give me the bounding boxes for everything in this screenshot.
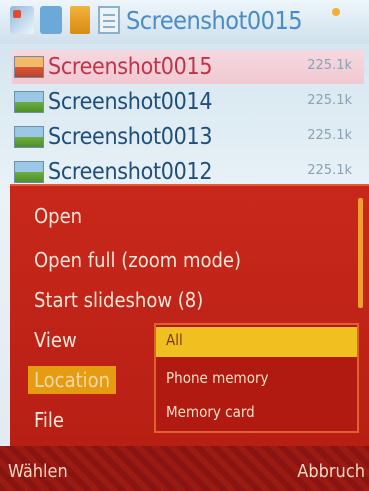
menu-item-location[interactable]: Location — [28, 366, 117, 394]
file-row[interactable]: Screenshot0013 225.1k — [12, 120, 364, 154]
image-thumbnail-icon — [14, 161, 44, 183]
softkey-bar: Wählen Abbruch — [0, 446, 369, 491]
menu-item-open[interactable]: Open — [34, 204, 82, 228]
file-size: 225.1k — [307, 163, 352, 178]
window-title: Screenshot0015 — [126, 6, 303, 35]
submenu-item-phone-memory[interactable]: Phone memory — [166, 369, 268, 387]
menu-item-slideshow[interactable]: Start slideshow (8) — [34, 288, 203, 312]
location-submenu: All Phone memory Memory card — [154, 323, 359, 433]
file-icon — [70, 6, 90, 34]
image-thumbnail-icon — [14, 56, 44, 78]
left-softkey[interactable]: Wählen — [8, 461, 68, 482]
menu-item-file[interactable]: File — [34, 408, 64, 432]
status-dot-icon — [332, 8, 340, 16]
file-size: 225.1k — [307, 58, 352, 73]
right-softkey[interactable]: Abbruch — [297, 461, 365, 482]
menu-item-open-full[interactable]: Open full (zoom mode) — [34, 248, 241, 272]
image-thumbnail-icon — [14, 126, 44, 148]
submenu-item-memory-card[interactable]: Memory card — [166, 403, 255, 421]
menu-scrollbar[interactable] — [358, 198, 363, 308]
menu-item-view[interactable]: View — [34, 328, 77, 352]
folder-icon — [40, 6, 62, 34]
file-name: Screenshot0012 — [48, 159, 213, 185]
gallery-app-icon — [10, 6, 34, 34]
file-name: Screenshot0015 — [48, 54, 213, 80]
file-size: 225.1k — [307, 128, 352, 143]
file-row[interactable]: Screenshot0015 225.1k — [12, 50, 364, 84]
phone-screen: Screenshot0015 Screenshot0015 225.1k Scr… — [0, 0, 369, 491]
title-bar: Screenshot0015 — [0, 0, 369, 44]
file-row[interactable]: Screenshot0014 225.1k — [12, 85, 364, 119]
submenu-item-all[interactable]: All — [156, 327, 357, 357]
file-size: 225.1k — [307, 93, 352, 108]
file-name: Screenshot0014 — [48, 89, 213, 115]
image-thumbnail-icon — [14, 91, 44, 113]
file-name: Screenshot0013 — [48, 124, 213, 150]
list-view-icon — [98, 6, 120, 34]
file-list: Screenshot0015 225.1k Screenshot0014 225… — [12, 50, 364, 190]
